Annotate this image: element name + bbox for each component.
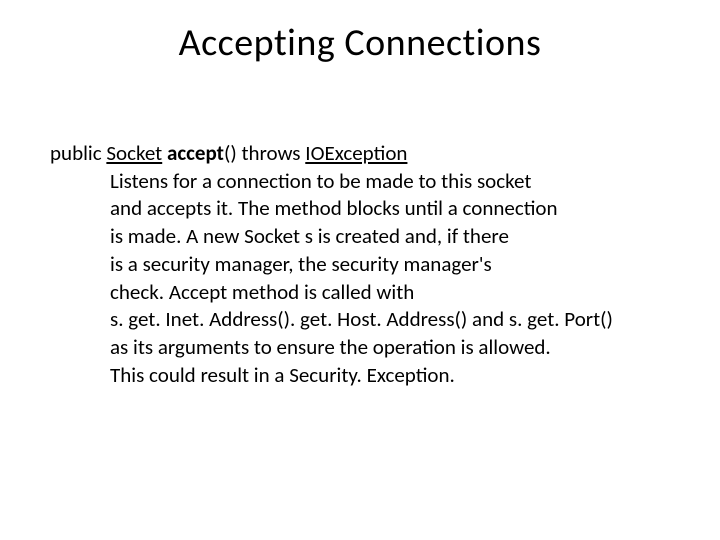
slide: Accepting Connections public Socket acce…: [0, 0, 720, 540]
method-signature: public Socket accept() throws IOExceptio…: [50, 140, 670, 168]
body-text: public Socket accept() throws IOExceptio…: [50, 140, 670, 389]
return-type: Socket: [106, 140, 162, 166]
exception-type: IOException: [305, 140, 407, 166]
method-name: accept: [167, 140, 224, 166]
parens: (): [224, 140, 241, 166]
desc-line: This could result in a Security. Excepti…: [110, 362, 650, 390]
page-title: Accepting Connections: [0, 20, 720, 66]
desc-line: s. get. Inet. Address(). get. Host. Addr…: [110, 306, 650, 334]
keyword-public: public: [50, 140, 106, 166]
desc-line: and accepts it. The method blocks until …: [110, 195, 650, 223]
method-description: Listens for a connection to be made to t…: [110, 168, 650, 390]
desc-line: is a security manager, the security mana…: [110, 251, 650, 279]
desc-line: as its arguments to ensure the operation…: [110, 334, 650, 362]
desc-line: is made. A new Socket s is created and, …: [110, 223, 650, 251]
keyword-throws: throws: [241, 140, 305, 166]
desc-line: check. Accept method is called with: [110, 279, 650, 307]
desc-line: Listens for a connection to be made to t…: [110, 168, 650, 196]
